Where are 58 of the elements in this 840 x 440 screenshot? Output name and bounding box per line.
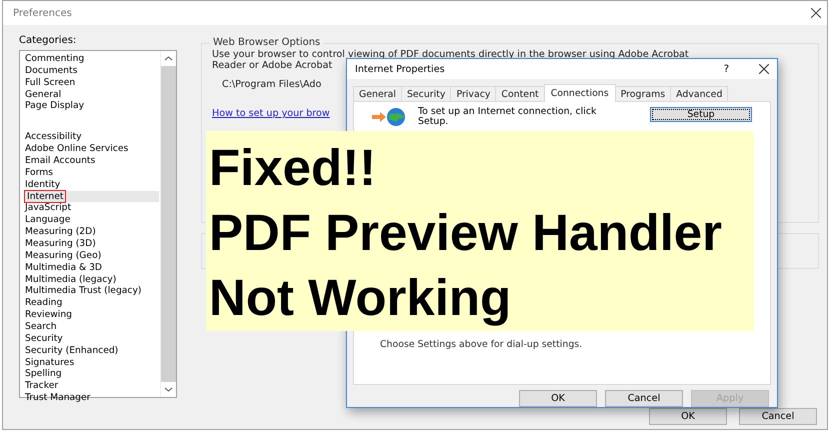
category-item[interactable]: Reading (24, 297, 159, 310)
category-item[interactable]: Spelling (24, 368, 159, 380)
category-item[interactable]: Multimedia & 3D (24, 262, 159, 274)
categories-label: Categories: (19, 35, 78, 46)
dialog-button[interactable]: Cancel (739, 408, 817, 425)
dialog-button[interactable]: OK (649, 408, 727, 425)
tab[interactable]: Connections (544, 84, 616, 102)
globe-icon (372, 107, 408, 127)
category-item[interactable]: Measuring (Geo) (24, 250, 159, 262)
category-item[interactable]: Measuring (2D) (24, 226, 159, 238)
caption-text: Not Working (209, 268, 512, 328)
category-item[interactable]: Measuring (3D) (24, 238, 159, 250)
path-text: C:\Program Files\Ado (222, 79, 322, 90)
scroll-up-icon[interactable] (161, 51, 176, 66)
category-item[interactable]: Multimedia (legacy) (24, 274, 159, 286)
category-item[interactable]: Signatures (24, 356, 159, 368)
window-title: Preferences (13, 8, 72, 18)
category-item[interactable]: Commenting (24, 53, 159, 65)
scrollbar[interactable] (160, 51, 176, 397)
dialog-button[interactable]: Cancel (605, 390, 683, 407)
category-item[interactable]: Accessibility (24, 131, 159, 144)
tab[interactable]: Security (400, 86, 452, 102)
category-item[interactable]: Full Screen (24, 76, 159, 89)
category-item[interactable]: Email Accounts (24, 155, 159, 167)
tab[interactable]: General (353, 86, 402, 102)
category-item[interactable]: Internet (24, 190, 159, 202)
category-item[interactable]: Search (24, 321, 159, 333)
tab[interactable]: Advanced (670, 86, 728, 102)
category-item[interactable]: Trust Manager (24, 392, 159, 404)
dialup-text: Choose Settings above for dial-up settings. (380, 339, 582, 350)
caption-text: PDF Preview Handler (209, 203, 722, 263)
dialog-button[interactable]: OK (519, 390, 597, 407)
category-item[interactable]: Language (24, 214, 159, 226)
help-link[interactable]: How to set up your brow (212, 108, 330, 119)
category-item[interactable]: Security (Enhanced) (24, 344, 159, 357)
caption-text: Fixed!! (209, 138, 376, 198)
category-item[interactable]: Reviewing (24, 309, 159, 322)
close-icon[interactable] (811, 8, 821, 18)
close-icon[interactable] (759, 64, 769, 74)
category-item[interactable]: Forms (24, 166, 159, 179)
category-item[interactable]: Identity (24, 178, 159, 191)
description-text: Reader or Adobe Acrobat (212, 60, 332, 71)
setup-text: To set up an Internet connection, click Setup. (418, 107, 598, 127)
category-item[interactable]: Tracker (24, 380, 159, 392)
scroll-down-icon[interactable] (161, 382, 176, 397)
category-item[interactable]: General (24, 88, 159, 100)
setup-button[interactable]: Setup (650, 107, 752, 122)
dialog-title: Internet Properties (355, 64, 446, 74)
category-item[interactable]: Page Display (24, 100, 159, 112)
category-item[interactable]: Security (24, 332, 159, 345)
category-item[interactable]: Documents (24, 64, 159, 77)
description-text: Use your browser to control viewing of PDF documents directly in the browser using Adobe Acrobat (212, 49, 689, 60)
help-button[interactable]: ? (724, 64, 729, 74)
category-item[interactable]: Adobe Online Services (24, 143, 159, 156)
tab[interactable]: Privacy (450, 86, 496, 102)
category-item[interactable]: Multimedia Trust (legacy) (24, 285, 159, 298)
group-title: Web Browser Options (210, 37, 324, 48)
category-item[interactable]: JavaScript (24, 202, 159, 214)
